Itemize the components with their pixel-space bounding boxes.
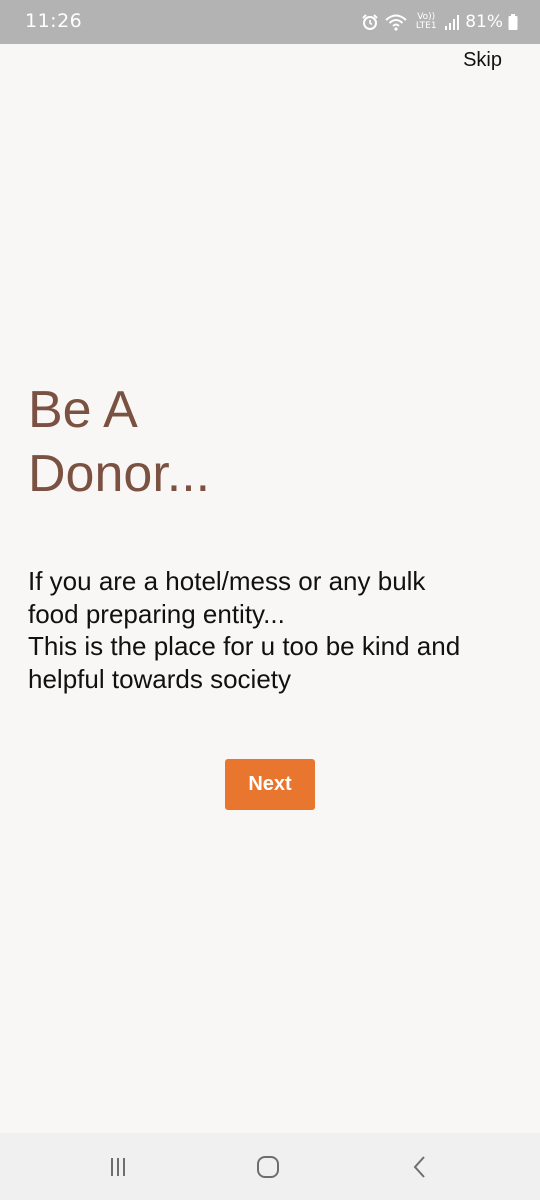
signal-icon xyxy=(444,13,460,31)
description-line: food preparing entity... xyxy=(28,598,285,629)
skip-button[interactable]: Skip xyxy=(463,49,502,72)
battery-icon xyxy=(508,13,518,31)
title-line: Donor... xyxy=(28,445,211,503)
wifi-icon xyxy=(384,12,408,32)
home-icon[interactable] xyxy=(250,1153,286,1181)
battery-percent: 81% xyxy=(465,12,503,32)
status-bar: 11:26 Vo)) LTE1 81% xyxy=(0,0,540,44)
status-time: 11:26 xyxy=(25,10,83,32)
next-button[interactable]: Next xyxy=(225,759,315,810)
network-label: Vo)) LTE1 xyxy=(415,12,437,31)
description-line: If you are a hotel/mess or any bulk xyxy=(28,566,426,596)
back-icon[interactable] xyxy=(402,1153,438,1181)
recent-apps-icon[interactable] xyxy=(100,1153,136,1181)
navigation-bar xyxy=(0,1133,540,1200)
status-icons: Vo)) LTE1 81% xyxy=(361,9,518,35)
title-line: Be A xyxy=(28,381,138,439)
alarm-icon xyxy=(361,13,379,31)
description-line: helpful towards society xyxy=(28,663,292,694)
page-title: Be A Donor... xyxy=(28,378,508,506)
description-line: This is the place for u too be kind and xyxy=(28,631,461,661)
description-text: If you are a hotel/mess or any bulk food… xyxy=(28,565,518,695)
